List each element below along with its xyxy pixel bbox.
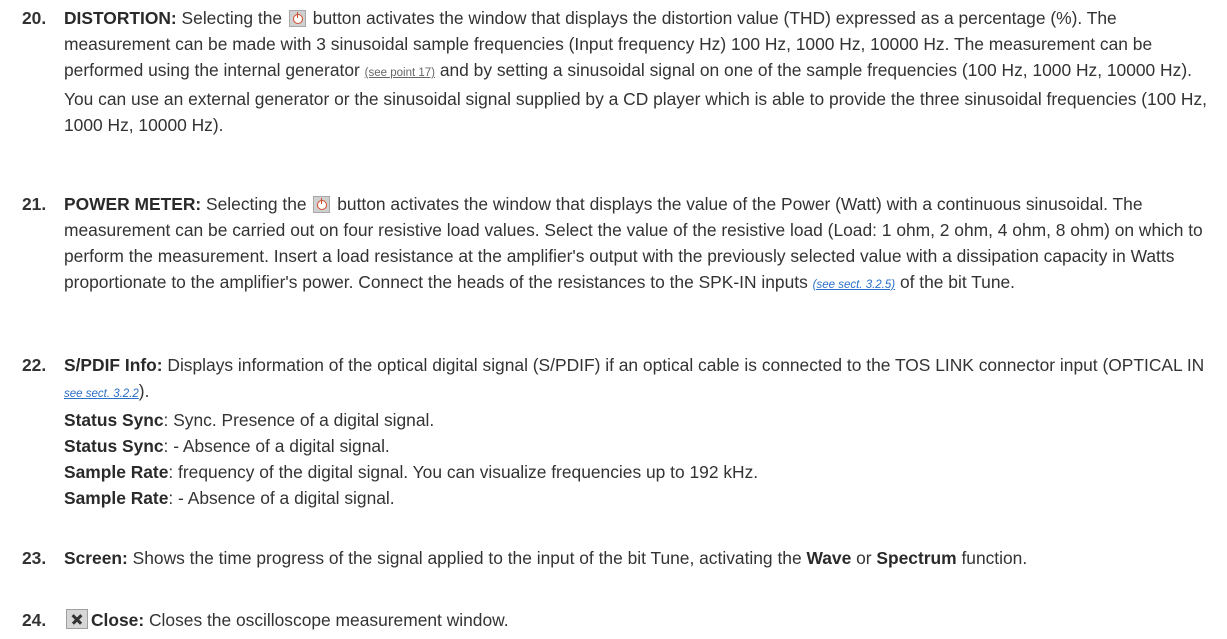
item-body: POWER METER: Selecting the button activa… bbox=[64, 194, 1203, 292]
status-sync-line: Status Sync: Sync. Presence of a digital… bbox=[64, 410, 435, 430]
status-sync-line: Status Sync: - Absence of a digital sign… bbox=[64, 436, 390, 456]
item-body: S/PDIF Info: Displays information of the… bbox=[64, 352, 1217, 511]
item-body: Screen: Shows the time progress of the s… bbox=[64, 548, 1028, 568]
item-title: Screen: bbox=[64, 548, 128, 568]
cross-reference-link[interactable]: (see point 17) bbox=[365, 67, 435, 79]
item-title: DISTORTION: bbox=[64, 8, 177, 28]
cross-reference-link[interactable]: see sect. 3.2.2 bbox=[64, 388, 139, 400]
wave-label: Wave bbox=[806, 548, 852, 568]
item-body: DISTORTION: Selecting the button activat… bbox=[64, 8, 1207, 135]
item-number: 20. bbox=[22, 8, 47, 28]
item-title: S/PDIF Info: bbox=[64, 355, 163, 375]
power-button-icon bbox=[288, 10, 306, 27]
list-item-close: 24. Close: Closes the oscilloscope measu… bbox=[22, 607, 1217, 633]
list-item-spdif-info: 22. S/PDIF Info: Displays information of… bbox=[22, 352, 1217, 511]
sample-rate-line: Sample Rate: frequency of the digital si… bbox=[64, 462, 759, 482]
item-number: 22. bbox=[22, 355, 47, 375]
list-item-screen: 23. Screen: Shows the time progress of t… bbox=[22, 545, 1217, 571]
item-body: Close: Closes the oscilloscope measureme… bbox=[64, 607, 1217, 633]
item-title: POWER METER: bbox=[64, 194, 202, 214]
sample-rate-line: Sample Rate: - Absence of a digital sign… bbox=[64, 488, 395, 508]
cross-reference-link[interactable]: (see sect. 3.2.5) bbox=[813, 279, 895, 291]
item-title: Close: bbox=[91, 610, 145, 630]
spectrum-label: Spectrum bbox=[876, 548, 957, 568]
item-intro: S/PDIF Info: Displays information of the… bbox=[64, 355, 1205, 401]
list-item-power-meter: 21. POWER METER: Selecting the button ac… bbox=[22, 191, 1217, 298]
item-number: 24. bbox=[22, 610, 47, 630]
item-number: 23. bbox=[22, 548, 47, 568]
close-x-icon bbox=[66, 609, 88, 629]
item-number: 21. bbox=[22, 194, 47, 214]
list-item-distortion: 20. DISTORTION: Selecting the button act… bbox=[22, 5, 1217, 138]
power-button-icon bbox=[313, 196, 331, 213]
